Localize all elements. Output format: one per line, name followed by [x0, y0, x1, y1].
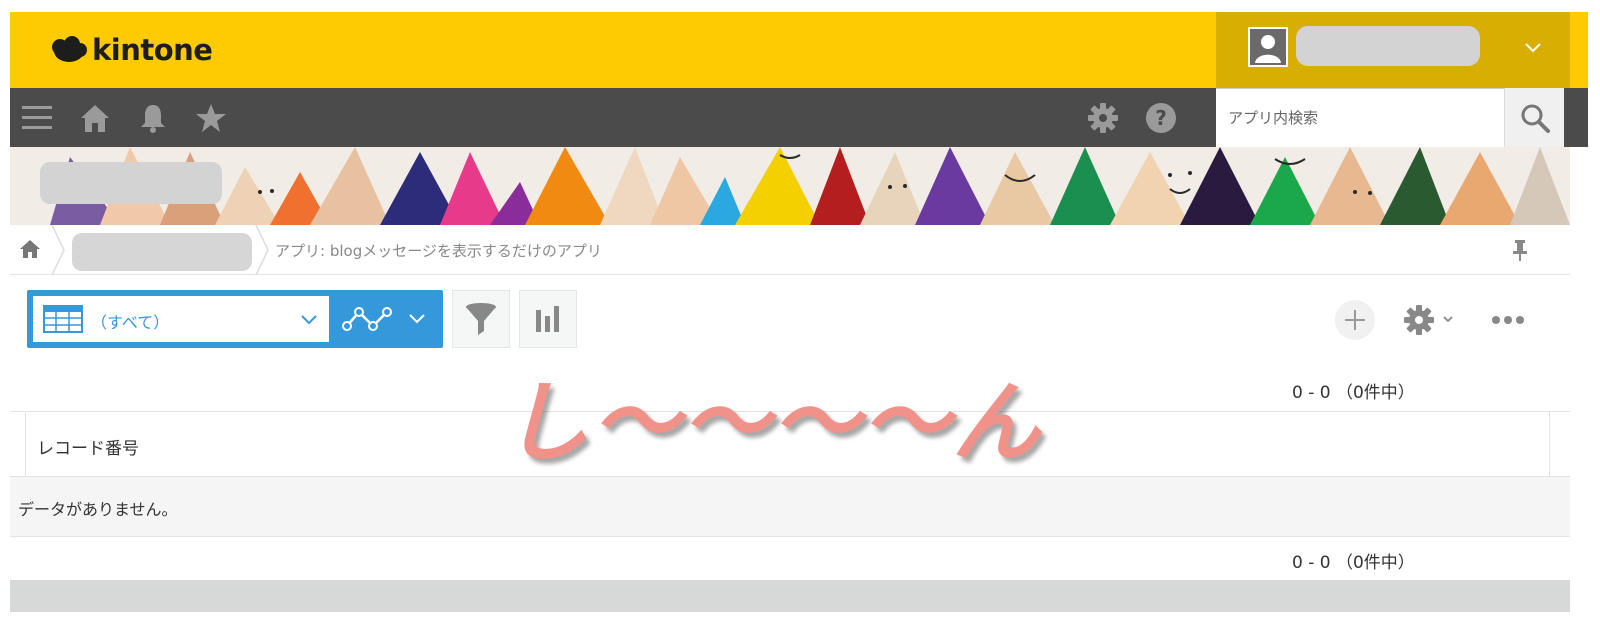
- search-box: [1216, 88, 1504, 147]
- view-selector: （すべて）: [27, 290, 443, 348]
- breadcrumb: アプリ: blogメッセージを表示するだけのアプリ: [10, 225, 1570, 275]
- bar-chart-icon: [536, 306, 559, 332]
- view-label: （すべて）: [91, 313, 170, 332]
- cloud-icon: [52, 36, 87, 62]
- chevron-down-icon: [1443, 316, 1453, 323]
- empty-message: データがありません。: [18, 500, 178, 519]
- user-name[interactable]: [1296, 26, 1480, 66]
- search-button[interactable]: [1504, 88, 1564, 147]
- empty-table-row: データがありません。: [10, 477, 1570, 537]
- gear-icon[interactable]: [1084, 99, 1122, 137]
- bell-icon[interactable]: [134, 99, 172, 137]
- table-view-icon: [43, 305, 83, 333]
- kintone-app-window: kintone ? アプリ内検索 アプリ: blogメッセージを表示するだけのア…: [10, 12, 1588, 628]
- home-icon[interactable]: [76, 99, 114, 137]
- chevron-down-icon: [301, 315, 317, 325]
- graph-icon[interactable]: [341, 304, 393, 334]
- user-avatar-icon: [1248, 27, 1288, 67]
- filter-icon: [466, 303, 496, 335]
- app-banner-image: [10, 147, 1570, 225]
- breadcrumb-space[interactable]: [72, 233, 252, 271]
- global-nav: ?: [10, 88, 1588, 147]
- view-dropdown[interactable]: （すべて）: [33, 296, 329, 342]
- pagination-bottom: 0 - 0 （0件中）: [1292, 553, 1415, 573]
- chevron-down-icon[interactable]: [407, 310, 427, 328]
- header: kintone: [10, 12, 1588, 88]
- pagination-top: 0 - 0 （0件中）: [1292, 383, 1415, 403]
- star-icon[interactable]: [192, 99, 230, 137]
- breadcrumb-app-label: アプリ: blogメッセージを表示するだけのアプリ: [275, 242, 602, 260]
- search-icon: [1521, 104, 1550, 133]
- add-record-button[interactable]: [1335, 300, 1375, 340]
- plus-icon: [1345, 310, 1365, 330]
- chevron-down-icon[interactable]: [1521, 35, 1545, 59]
- logo[interactable]: kintone: [50, 30, 213, 70]
- pin-icon[interactable]: [1510, 238, 1530, 262]
- home-icon[interactable]: [18, 237, 42, 261]
- column-label: レコード番号: [37, 439, 139, 459]
- breadcrumb-separator: [255, 225, 269, 275]
- more-icon: [1492, 316, 1524, 324]
- chart-button[interactable]: [519, 290, 577, 348]
- more-options-button[interactable]: [1488, 302, 1528, 338]
- app-name: [40, 162, 222, 204]
- overlay-annotation: し〜〜〜〜ん: [502, 371, 1043, 474]
- filter-button[interactable]: [452, 290, 510, 348]
- app-settings-button[interactable]: [1403, 302, 1461, 338]
- breadcrumb-separator: [51, 225, 65, 275]
- help-icon[interactable]: ?: [1142, 99, 1180, 137]
- menu-icon[interactable]: [18, 99, 56, 137]
- user-menu[interactable]: [1216, 12, 1570, 88]
- gear-icon: [1404, 305, 1434, 335]
- svg-text:?: ?: [1155, 106, 1167, 130]
- logo-text: kintone: [92, 33, 213, 67]
- footer-bar: [10, 580, 1570, 612]
- search-input[interactable]: [1216, 89, 1504, 147]
